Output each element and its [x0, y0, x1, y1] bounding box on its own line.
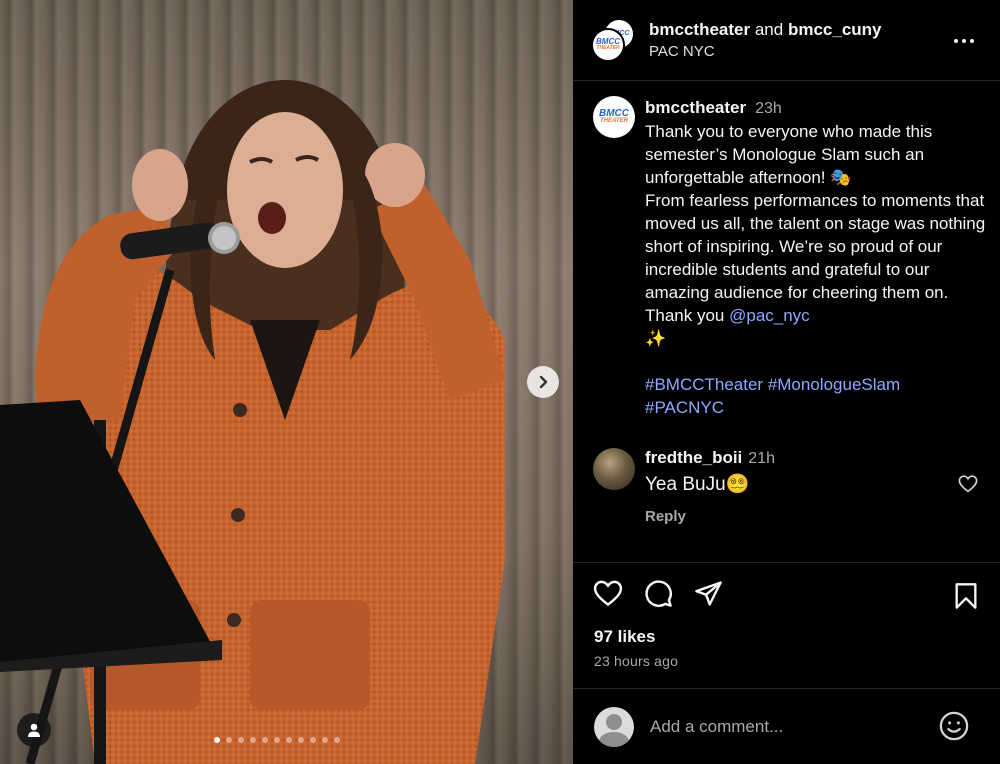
like-button[interactable]	[593, 580, 623, 612]
next-image-button[interactable]	[527, 366, 559, 398]
heart-icon	[593, 580, 623, 607]
commenter-username[interactable]: fredthe_boii	[645, 448, 742, 468]
heart-icon	[958, 475, 978, 493]
carousel-dot	[238, 737, 244, 743]
comment-time: 21h	[748, 450, 775, 467]
emoji-picker-button[interactable]	[939, 711, 969, 746]
collab-avatars[interactable]: BMCC BMCC THEATER	[591, 18, 635, 62]
header-user1[interactable]: bmcctheater	[649, 20, 750, 39]
likes-count[interactable]: 97 likes	[594, 627, 1000, 647]
comment-button[interactable]	[644, 579, 673, 613]
avatar-bmcctheater[interactable]: BMCC THEATER	[591, 28, 625, 62]
post-side-panel: BMCC BMCC THEATER bmcctheater and bmcc_c…	[573, 0, 1000, 764]
hashtags-line2[interactable]: #PACNYC	[645, 396, 993, 419]
bookmark-icon	[955, 583, 977, 609]
save-button[interactable]	[954, 582, 978, 615]
caption-logo-bottom: THEATER	[600, 117, 628, 124]
post-actions: 97 likes 23 hours ago	[573, 562, 1000, 669]
post-timestamp: 23 hours ago	[594, 653, 679, 669]
post-caption: BMCC THEATER bmcctheater 23h Thank you t…	[593, 96, 993, 419]
carousel-dot	[214, 737, 220, 743]
more-icon[interactable]	[954, 39, 974, 43]
comment-text: Yea BuJu😵‍💫	[645, 474, 750, 495]
performer-illustration	[0, 80, 505, 764]
logo-text-bottom: THEATER	[596, 45, 620, 52]
comment-item: fredthe_boii 21h Yea BuJu😵‍💫 Reply	[593, 448, 983, 525]
emoji-icon	[939, 711, 969, 741]
user-icon	[28, 723, 40, 737]
carousel-dot	[274, 737, 280, 743]
hashtags: #BMCCTheater #MonologueSlam #PACNYC	[645, 373, 993, 419]
caption-username[interactable]: bmcctheater	[645, 96, 746, 119]
carousel-dot	[286, 737, 292, 743]
post-photo[interactable]	[0, 0, 573, 764]
sparkle-emoji: ✨	[645, 329, 667, 348]
mention-link[interactable]: @pac_nyc	[729, 306, 810, 325]
share-icon	[695, 581, 722, 606]
hashtags-line1[interactable]: #BMCCTheater #MonologueSlam	[645, 373, 993, 396]
add-comment-bar	[573, 688, 1000, 764]
carousel-dot	[298, 737, 304, 743]
carousel-dot	[310, 737, 316, 743]
header-usernames: bmcctheater and bmcc_cuny	[649, 20, 882, 40]
tagged-users-button[interactable]	[17, 713, 51, 747]
carousel-dot	[262, 737, 268, 743]
share-button[interactable]	[694, 580, 723, 612]
header-user2[interactable]: bmcc_cuny	[788, 20, 882, 39]
chevron-right-icon	[539, 375, 548, 389]
current-user-avatar	[594, 706, 634, 747]
comment-like-button[interactable]	[958, 475, 978, 498]
carousel-dot	[226, 737, 232, 743]
caption-text: Thank you to everyone who made this seme…	[645, 120, 993, 350]
carousel-dot	[250, 737, 256, 743]
carousel-dots	[214, 737, 340, 743]
caption-main-text: Thank you to everyone who made this seme…	[645, 122, 986, 325]
header-joiner: and	[754, 20, 784, 39]
location-link[interactable]: PAC NYC	[649, 43, 882, 60]
comment-input[interactable]	[650, 716, 930, 737]
carousel-dot	[322, 737, 328, 743]
post-header: BMCC BMCC THEATER bmcctheater and bmcc_c…	[573, 0, 1000, 81]
reply-button[interactable]: Reply	[645, 508, 775, 525]
commenter-avatar[interactable]	[593, 448, 635, 490]
user-icon	[598, 713, 630, 747]
carousel-dot	[334, 737, 340, 743]
caption-avatar[interactable]: BMCC THEATER	[593, 96, 635, 138]
comment-icon	[645, 580, 672, 607]
caption-time: 23h	[755, 100, 782, 117]
